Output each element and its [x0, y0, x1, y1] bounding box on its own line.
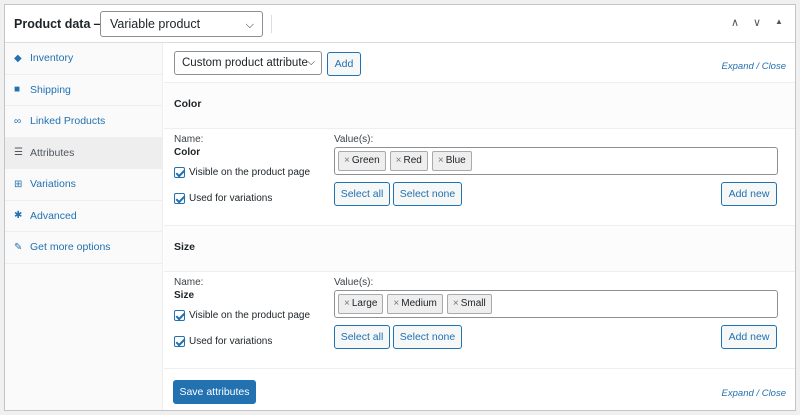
expand-link[interactable]: Expand: [722, 388, 754, 399]
name-value: Size: [174, 290, 195, 301]
token-label: Red: [403, 155, 422, 166]
plugin-icon: ✎: [14, 241, 23, 253]
select-all-button[interactable]: Select all: [334, 325, 390, 349]
variations-label: Used for variations: [189, 336, 273, 347]
add-attribute-button[interactable]: Add: [327, 52, 361, 76]
remove-icon[interactable]: ×: [396, 155, 402, 166]
attribute-title: Color: [174, 98, 202, 110]
token-label: Blue: [445, 155, 466, 166]
attribute-size: Size Name: Size Visible on the product p…: [164, 226, 795, 369]
truck-icon: ■: [14, 84, 21, 96]
values-label: Value(s):: [334, 134, 374, 145]
tab-label: Advanced: [30, 209, 77, 222]
chevron-down-icon: ⌵: [245, 19, 254, 31]
product-type-select[interactable]: Variable product ⌵: [100, 11, 263, 37]
tab-variations[interactable]: ⊞ Variations: [5, 169, 162, 201]
values-label: Value(s):: [334, 277, 374, 288]
gear-icon: ✱: [14, 210, 23, 222]
product-data-tabs: ◆ Inventory ■ Shipping ∞ Linked Products…: [5, 43, 163, 410]
panel-header: Product data — Variable product ⌵ ∧ ∨ ▲: [5, 5, 795, 43]
token-label: Small: [460, 298, 486, 309]
collapse-arrow-icon[interactable]: ▲: [773, 16, 785, 29]
tab-label: Attributes: [30, 146, 75, 159]
value-token[interactable]: × Large: [338, 294, 384, 314]
tab-get-more-options[interactable]: ✎ Get more options: [5, 232, 162, 264]
attribute-type-select[interactable]: Custom product attribute ⌵: [174, 51, 322, 75]
chevron-down-icon: ⌵: [307, 57, 315, 68]
variations-label: Used for variations: [189, 193, 273, 204]
token-label: Large: [351, 298, 378, 309]
value-token[interactable]: × Red: [389, 151, 428, 171]
token-label: Medium: [401, 298, 437, 309]
attribute-header[interactable]: Color: [164, 83, 795, 129]
name-value: Color: [174, 147, 201, 158]
header-divider: [271, 15, 272, 33]
visible-checkbox[interactable]: Visible on the product page: [174, 310, 310, 321]
close-link[interactable]: Close: [762, 388, 786, 399]
panel-controls: ∧ ∨ ▲: [729, 16, 785, 29]
product-data-panel: Product data — Variable product ⌵ ∧ ∨ ▲ …: [4, 4, 796, 411]
expand-link[interactable]: Expand: [722, 61, 754, 72]
attribute-color: Color Name: Color Visible on the product…: [164, 83, 795, 226]
add-new-button[interactable]: Add new: [721, 325, 777, 349]
name-label: Name:: [174, 134, 204, 145]
attribute-title: Size: [174, 241, 196, 253]
checkbox-checked-icon[interactable]: [174, 336, 185, 347]
checkbox-checked-icon[interactable]: [174, 193, 185, 204]
product-type-value: Variable product: [110, 17, 201, 31]
expand-close-links: Expand / Close: [721, 61, 786, 72]
add-new-button[interactable]: Add new: [721, 182, 777, 206]
list-icon: ☰: [14, 147, 23, 159]
chevron-up-icon[interactable]: ∧: [729, 16, 741, 29]
attributes-footer: Save attributes Expand / Close: [164, 370, 795, 410]
value-token[interactable]: × Medium: [387, 294, 443, 314]
tab-label: Inventory: [30, 52, 74, 65]
variations-checkbox[interactable]: Used for variations: [174, 193, 272, 204]
link-icon: ∞: [14, 115, 22, 127]
checkbox-checked-icon[interactable]: [174, 167, 185, 178]
close-link[interactable]: Close: [762, 61, 786, 72]
values-input[interactable]: × Green × Red × Blue: [334, 147, 778, 175]
remove-icon[interactable]: ×: [344, 298, 350, 309]
tab-linked-products[interactable]: ∞ Linked Products: [5, 106, 162, 138]
attribute-header[interactable]: Size: [164, 226, 795, 272]
tab-attributes[interactable]: ☰ Attributes: [5, 137, 162, 169]
select-none-button[interactable]: Select none: [393, 182, 462, 206]
attribute-body: Name: Color Visible on the product page …: [164, 129, 795, 225]
remove-icon[interactable]: ×: [438, 155, 444, 166]
tab-shipping[interactable]: ■ Shipping: [5, 75, 162, 106]
attribute-type-value: Custom product attribute: [182, 57, 308, 69]
chevron-down-icon[interactable]: ∨: [751, 16, 763, 29]
name-label: Name:: [174, 277, 204, 288]
variations-checkbox[interactable]: Used for variations: [174, 336, 272, 347]
tab-inventory[interactable]: ◆ Inventory: [5, 43, 162, 75]
panel-title: Product data —: [14, 17, 107, 31]
token-label: Green: [351, 155, 380, 166]
checkbox-checked-icon[interactable]: [174, 310, 185, 321]
select-all-button[interactable]: Select all: [334, 182, 390, 206]
value-token[interactable]: × Green: [338, 151, 386, 171]
tab-label: Get more options: [30, 241, 111, 254]
visible-checkbox[interactable]: Visible on the product page: [174, 167, 310, 178]
remove-icon[interactable]: ×: [453, 298, 459, 309]
remove-icon[interactable]: ×: [344, 155, 350, 166]
select-none-button[interactable]: Select none: [393, 325, 462, 349]
visible-label: Visible on the product page: [189, 310, 311, 321]
tag-icon: ◆: [14, 52, 22, 64]
values-input[interactable]: × Large × Medium × Small: [334, 290, 778, 318]
value-token[interactable]: × Small: [446, 294, 492, 314]
attributes-panel: Custom product attribute ⌵ Add Expand / …: [164, 43, 795, 410]
visible-label: Visible on the product page: [189, 167, 311, 178]
tab-advanced[interactable]: ✱ Advanced: [5, 201, 162, 232]
value-token[interactable]: × Blue: [431, 151, 472, 171]
remove-icon[interactable]: ×: [393, 298, 399, 309]
attribute-body: Name: Size Visible on the product page U…: [164, 272, 795, 368]
tab-label: Shipping: [30, 83, 71, 96]
save-attributes-button[interactable]: Save attributes: [173, 380, 256, 404]
expand-close-links: Expand / Close: [721, 388, 786, 399]
grid-icon: ⊞: [14, 178, 23, 190]
tab-label: Linked Products: [30, 115, 106, 128]
tab-label: Variations: [30, 178, 76, 191]
attributes-toolbar: Custom product attribute ⌵ Add Expand / …: [164, 43, 795, 83]
